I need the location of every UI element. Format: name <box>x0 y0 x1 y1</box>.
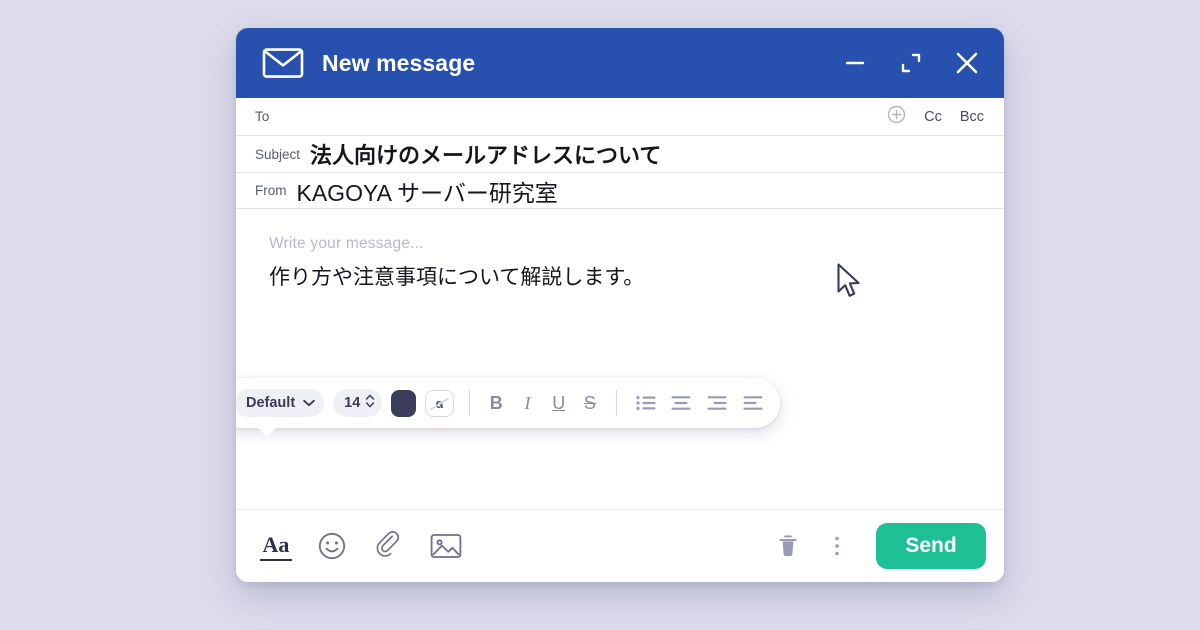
to-label: To <box>255 109 270 124</box>
font-size-value: 14 <box>344 395 361 411</box>
bulleted-list-icon[interactable] <box>632 389 659 417</box>
compose-window: New message To Cc Bcc Subject 法人向けのメールアド… <box>236 28 1004 582</box>
cc-button[interactable]: Cc <box>924 109 942 125</box>
stepper-icon <box>365 393 375 413</box>
image-icon[interactable] <box>429 529 463 563</box>
window-title: New message <box>322 49 476 76</box>
to-actions: Cc Bcc <box>887 105 984 129</box>
text-color-swatch[interactable] <box>391 389 417 417</box>
align-right-icon[interactable] <box>704 389 731 417</box>
send-button[interactable]: Send <box>876 523 986 569</box>
more-options-icon[interactable] <box>820 529 854 563</box>
close-icon[interactable] <box>952 48 982 78</box>
bcc-button[interactable]: Bcc <box>960 109 984 125</box>
bold-button[interactable]: B <box>485 389 507 417</box>
title-bar: New message <box>236 28 1004 98</box>
font-family-value: Default <box>246 395 296 411</box>
toolbar-divider-2 <box>616 390 618 416</box>
maximize-icon[interactable] <box>896 48 926 78</box>
strikethrough-button[interactable]: S <box>579 389 601 417</box>
body-placeholder: Write your message... <box>269 235 424 252</box>
message-body[interactable]: Write your message... 作り方や注意事項について解説します。… <box>236 209 1004 509</box>
emoji-icon[interactable] <box>315 529 349 563</box>
align-center-icon[interactable] <box>668 389 695 417</box>
trash-icon[interactable] <box>771 529 805 563</box>
format-toolbar: Default 14 α B I U <box>236 378 780 428</box>
minimize-icon[interactable] <box>840 48 870 78</box>
align-left-icon[interactable] <box>739 389 766 417</box>
body-text[interactable]: 作り方や注意事項について解説します。 <box>269 261 984 291</box>
font-family-select[interactable]: Default <box>236 389 325 417</box>
font-size-stepper[interactable]: 14 <box>333 389 383 417</box>
paperclip-icon[interactable] <box>372 529 406 563</box>
subject-label: Subject <box>255 146 301 162</box>
subject-field-row[interactable]: Subject 法人向けのメールアドレスについて <box>236 136 1004 173</box>
underline-button[interactable]: U <box>548 389 570 417</box>
highlight-icon[interactable]: α <box>425 389 454 417</box>
bottom-toolbar: Aa Send <box>236 509 1004 582</box>
plus-circle-icon[interactable] <box>887 105 906 129</box>
window-brand: New message <box>262 47 840 79</box>
format-toggle-button[interactable]: Aa <box>260 531 292 561</box>
bottom-toolbar-left: Aa <box>260 529 463 563</box>
toolbar-divider-1 <box>468 390 471 416</box>
chevron-down-icon <box>303 395 315 411</box>
bottom-toolbar-right: Send <box>771 523 986 569</box>
envelope-icon <box>262 47 304 79</box>
window-controls <box>840 48 982 78</box>
subject-input[interactable]: 法人向けのメールアドレスについて <box>310 138 661 170</box>
to-field-row[interactable]: To Cc Bcc <box>236 98 1004 136</box>
from-input[interactable]: KAGOYA サーバー研究室 <box>297 174 558 208</box>
from-label: From <box>255 183 287 198</box>
italic-button[interactable]: I <box>516 389 538 417</box>
from-field-row[interactable]: From KAGOYA サーバー研究室 <box>236 173 1004 209</box>
